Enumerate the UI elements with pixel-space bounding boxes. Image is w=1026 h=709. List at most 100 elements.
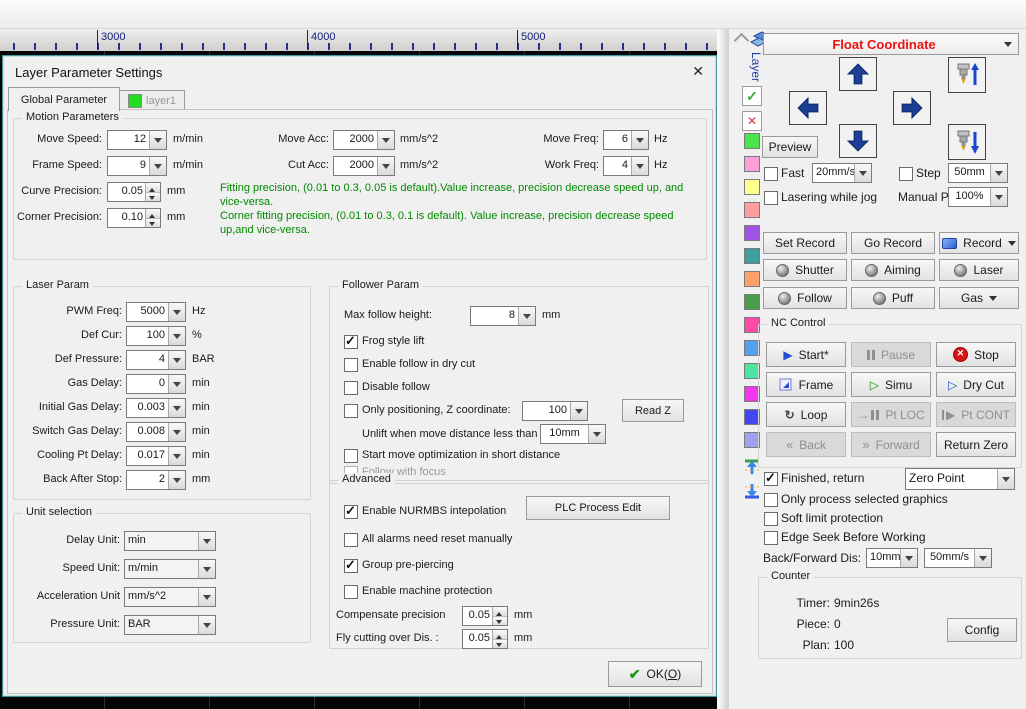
gas-button[interactable]: Gas — [939, 287, 1019, 309]
dropdown-arrow-icon[interactable] — [997, 469, 1014, 489]
acceleration-unit-select[interactable]: mm/s^2 — [124, 587, 216, 607]
frame-speed-combo[interactable]: 9 — [107, 156, 167, 176]
start-move-optimization-checkbox[interactable] — [344, 449, 358, 463]
dropdown-arrow-icon[interactable] — [168, 351, 185, 369]
dropdown-arrow-icon[interactable] — [149, 157, 166, 175]
color-swatch[interactable] — [744, 225, 760, 241]
dropdown-arrow-icon[interactable] — [198, 532, 215, 550]
canvas-scrollbar[interactable] — [717, 29, 729, 709]
def-cur-combo[interactable]: 100 — [126, 326, 186, 346]
return-position-select[interactable]: Zero Point — [905, 468, 1015, 490]
puff-button[interactable]: Puff — [851, 287, 935, 309]
def-pressure-combo[interactable]: 4 — [126, 350, 186, 370]
move-speed-combo[interactable]: 12 — [107, 130, 167, 150]
dropdown-arrow-icon[interactable] — [168, 471, 185, 489]
only-process-selected-checkbox[interactable] — [764, 493, 778, 507]
ok-button[interactable]: ✔ OK(O) — [608, 661, 702, 687]
compensate-precision-spinner[interactable]: 0.05 — [462, 606, 508, 626]
all-alarms-reset-checkbox[interactable] — [344, 533, 358, 547]
dropdown-arrow-icon[interactable] — [570, 402, 587, 420]
move-acc-combo[interactable]: 2000 — [333, 130, 395, 150]
dropdown-arrow-icon[interactable] — [168, 303, 185, 321]
cancel-x-icon[interactable]: ✕ — [742, 111, 762, 131]
spinner-arrows-icon[interactable] — [145, 209, 160, 227]
gas-delay-combo[interactable]: 0 — [126, 374, 186, 394]
dropdown-arrow-icon[interactable] — [149, 131, 166, 149]
color-swatch[interactable] — [744, 202, 760, 218]
enable-follow-dry-cut-checkbox[interactable] — [344, 358, 358, 372]
dropdown-arrow-icon[interactable] — [168, 375, 185, 393]
enable-nurmbs-checkbox[interactable] — [344, 505, 358, 519]
frog-style-lift-checkbox[interactable] — [344, 335, 358, 349]
back-forward-speed-combo[interactable]: 50mm/s — [924, 548, 992, 568]
dropdown-arrow-icon[interactable] — [631, 157, 648, 175]
cut-acc-combo[interactable]: 2000 — [333, 156, 395, 176]
work-freq-combo[interactable]: 4 — [603, 156, 649, 176]
nozzle-up-button[interactable] — [948, 57, 986, 93]
jog-right-button[interactable] — [893, 91, 931, 125]
color-swatch[interactable] — [744, 156, 760, 172]
dropdown-arrow-icon[interactable] — [168, 447, 185, 465]
spinner-arrows-icon[interactable] — [492, 607, 507, 625]
unlift-distance-combo[interactable]: 10mm — [540, 424, 606, 444]
follow-button[interactable]: Follow — [763, 287, 847, 309]
toolbar-scroll-up-icon[interactable] — [734, 33, 750, 49]
pwm-freq-combo[interactable]: 5000 — [126, 302, 186, 322]
read-z-button[interactable]: Read Z — [622, 399, 684, 422]
speed-unit-select[interactable]: m/min — [124, 559, 216, 579]
corner-precision-spinner[interactable]: 0.10 — [107, 208, 161, 228]
initial-gas-delay-combo[interactable]: 0.003 — [126, 398, 186, 418]
fly-cutting-spinner[interactable]: 0.05 — [462, 629, 508, 649]
switch-gas-delay-combo[interactable]: 0.008 — [126, 422, 186, 442]
step-distance-combo[interactable]: 50mm — [948, 163, 1008, 183]
spinner-arrows-icon[interactable] — [492, 630, 507, 648]
dropdown-arrow-icon[interactable] — [990, 188, 1007, 206]
dropdown-arrow-icon[interactable] — [168, 423, 185, 441]
dropdown-arrow-icon[interactable] — [168, 399, 185, 417]
color-swatch[interactable] — [744, 179, 760, 195]
set-record-button[interactable]: Set Record — [763, 232, 847, 254]
dropdown-arrow-icon[interactable] — [900, 549, 917, 567]
spinner-arrows-icon[interactable] — [145, 183, 160, 201]
only-positioning-checkbox[interactable] — [344, 404, 358, 418]
dropdown-arrow-icon[interactable] — [631, 131, 648, 149]
record-button[interactable]: Record — [939, 232, 1019, 254]
max-follow-height-combo[interactable]: 8 — [470, 306, 536, 326]
apply-check-icon[interactable]: ✓ — [742, 86, 762, 106]
enable-machine-protection-checkbox[interactable] — [344, 585, 358, 599]
dropdown-arrow-icon[interactable] — [974, 549, 991, 567]
go-record-button[interactable]: Go Record — [851, 232, 935, 254]
jog-up-button[interactable] — [839, 57, 877, 91]
curve-precision-spinner[interactable]: 0.05 — [107, 182, 161, 202]
color-swatch[interactable] — [744, 133, 760, 149]
color-swatch[interactable] — [744, 271, 760, 287]
dropdown-arrow-icon[interactable] — [518, 307, 535, 325]
back-forward-distance-combo[interactable]: 10mm — [866, 548, 918, 568]
dropdown-arrow-icon[interactable] — [198, 560, 215, 578]
plc-process-edit-button[interactable]: PLC Process Edit — [526, 496, 670, 520]
shutter-button[interactable]: Shutter — [763, 259, 847, 281]
pressure-unit-select[interactable]: BAR — [124, 615, 216, 635]
aiming-button[interactable]: Aiming — [851, 259, 935, 281]
edge-seek-checkbox[interactable] — [764, 531, 778, 545]
move-to-bottom-icon[interactable] — [743, 482, 761, 500]
back-after-stop-combo[interactable]: 2 — [126, 470, 186, 490]
step-checkbox[interactable] — [899, 167, 913, 181]
dropdown-arrow-icon[interactable] — [377, 157, 394, 175]
dropdown-arrow-icon[interactable] — [990, 164, 1007, 182]
color-swatch[interactable] — [744, 294, 760, 310]
cooling-pt-delay-combo[interactable]: 0.017 — [126, 446, 186, 466]
nozzle-down-button[interactable] — [948, 124, 986, 160]
jog-down-button[interactable] — [839, 124, 877, 158]
dropdown-arrow-icon[interactable] — [198, 588, 215, 606]
laser-button[interactable]: Laser — [939, 259, 1019, 281]
manual-power-combo[interactable]: 100% — [948, 187, 1008, 207]
tab-global-parameter[interactable]: Global Parameter — [8, 87, 120, 111]
group-pre-piercing-checkbox[interactable] — [344, 559, 358, 573]
soft-limit-checkbox[interactable] — [764, 512, 778, 526]
fast-checkbox[interactable] — [764, 167, 778, 181]
dropdown-arrow-icon[interactable] — [168, 327, 185, 345]
dropdown-arrow-icon[interactable] — [854, 164, 871, 182]
close-icon[interactable]: ✕ — [692, 63, 704, 80]
dropdown-arrow-icon[interactable] — [377, 131, 394, 149]
